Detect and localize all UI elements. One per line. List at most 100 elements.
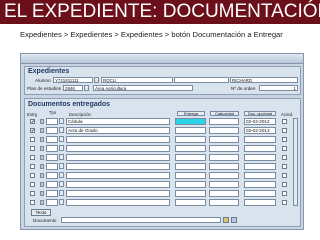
plan-code-field[interactable]: 2846 (63, 85, 83, 91)
fecha-cell[interactable]: 03-02-2013 (244, 127, 276, 134)
alumno-lov-button[interactable]: … (94, 77, 99, 83)
acred-checkbox[interactable] (282, 155, 287, 160)
entregado-checkbox[interactable] (30, 182, 35, 187)
entrega-cell[interactable] (175, 163, 206, 170)
tipo-lov-button[interactable] (59, 136, 64, 142)
tipo-cell[interactable] (46, 127, 58, 134)
caducidad-cell[interactable] (209, 127, 239, 134)
entrega-cell[interactable] (175, 127, 206, 134)
descripcion-cell[interactable]: Cédula (66, 118, 170, 125)
tipo-cell[interactable] (46, 118, 58, 125)
entregado-checkbox[interactable]: ✔ (30, 128, 35, 133)
entrega-cell[interactable] (175, 199, 206, 206)
apellido-field[interactable]: ROCU (101, 77, 173, 83)
entrega-cell[interactable] (175, 118, 206, 125)
tipo-cell[interactable] (46, 199, 58, 206)
caducidad-cell[interactable] (209, 154, 239, 161)
descripcion-cell[interactable]: Acta de Grado (66, 127, 170, 134)
entrega-cell[interactable] (175, 145, 206, 152)
row-select-handle[interactable] (40, 128, 44, 133)
descripcion-cell[interactable] (66, 190, 170, 197)
tipo-lov-button[interactable] (59, 199, 64, 205)
caducidad-cell[interactable] (209, 199, 239, 206)
entregado-checkbox[interactable] (30, 173, 35, 178)
edit-icon[interactable] (231, 217, 237, 223)
row-select-handle[interactable] (40, 200, 44, 205)
plan-lov-button[interactable]: … (84, 85, 89, 91)
entrega-cell[interactable] (175, 154, 206, 161)
descripcion-cell[interactable] (66, 136, 170, 143)
acred-checkbox[interactable] (282, 119, 287, 124)
descripcion-cell[interactable] (66, 154, 170, 161)
tipo-lov-button[interactable] (59, 190, 64, 196)
col-doc-opcional-button[interactable]: Doc. opcional (244, 111, 276, 116)
folder-icon[interactable] (223, 217, 229, 223)
alumno-id-field[interactable]: Y721811111 (53, 77, 93, 83)
fecha-cell[interactable] (244, 199, 276, 206)
descripcion-cell[interactable] (66, 145, 170, 152)
fecha-cell[interactable] (244, 136, 276, 143)
entregado-checkbox[interactable] (30, 155, 35, 160)
tipo-cell[interactable] (46, 181, 58, 188)
row-select-handle[interactable] (40, 146, 44, 151)
acred-checkbox[interactable] (282, 164, 287, 169)
entrega-cell[interactable] (175, 190, 206, 197)
descripcion-cell[interactable] (66, 199, 170, 206)
fecha-cell[interactable] (244, 172, 276, 179)
caducidad-cell[interactable] (209, 118, 239, 125)
caducidad-cell[interactable] (209, 190, 239, 197)
table-scrollbar[interactable] (293, 118, 298, 206)
entregado-checkbox[interactable] (30, 200, 35, 205)
tipo-cell[interactable] (46, 190, 58, 197)
entregado-checkbox[interactable] (30, 137, 35, 142)
tipo-lov-button[interactable] (59, 118, 64, 124)
acred-checkbox[interactable] (282, 200, 287, 205)
col-caducidad-button[interactable]: Caducidad (210, 111, 239, 116)
row-select-handle[interactable] (40, 191, 44, 196)
entrega-cell[interactable] (175, 181, 206, 188)
acred-checkbox[interactable] (282, 128, 287, 133)
col-entrega-button[interactable]: Entrega (177, 111, 205, 116)
entrega-cell[interactable] (175, 136, 206, 143)
row-select-handle[interactable] (40, 182, 44, 187)
row-select-handle[interactable] (40, 137, 44, 142)
caducidad-cell[interactable] (209, 145, 239, 152)
descripcion-cell[interactable] (66, 172, 170, 179)
tipo-lov-button[interactable] (59, 145, 64, 151)
tipo-lov-button[interactable] (59, 154, 64, 160)
fecha-cell[interactable] (244, 190, 276, 197)
entregado-checkbox[interactable] (30, 146, 35, 151)
row-select-handle[interactable] (40, 155, 44, 160)
entregado-checkbox[interactable] (30, 164, 35, 169)
fecha-cell[interactable] (244, 181, 276, 188)
tipo-lov-button[interactable] (59, 127, 64, 133)
acred-checkbox[interactable] (282, 182, 287, 187)
tipo-cell[interactable] (46, 154, 58, 161)
tipo-cell[interactable] (46, 136, 58, 143)
row-select-handle[interactable] (40, 173, 44, 178)
row-select-handle[interactable] (40, 164, 44, 169)
orden-field[interactable]: 1 (259, 85, 298, 91)
tipo-lov-button[interactable] (59, 163, 64, 169)
caducidad-cell[interactable] (209, 163, 239, 170)
apellido2-field[interactable] (174, 77, 229, 83)
caducidad-cell[interactable] (209, 172, 239, 179)
tipo-cell[interactable] (46, 163, 58, 170)
entregado-checkbox[interactable] (30, 191, 35, 196)
acred-checkbox[interactable] (282, 173, 287, 178)
documento-field[interactable] (61, 217, 221, 223)
caducidad-cell[interactable] (209, 181, 239, 188)
descripcion-cell[interactable] (66, 181, 170, 188)
entrega-cell[interactable] (175, 172, 206, 179)
nombre-field[interactable]: RICHARD (230, 77, 298, 83)
acred-checkbox[interactable] (282, 146, 287, 151)
caducidad-cell[interactable] (209, 136, 239, 143)
descripcion-cell[interactable] (66, 163, 170, 170)
fecha-cell[interactable] (244, 145, 276, 152)
fecha-cell[interactable]: 03-02-2012 (244, 118, 276, 125)
tipo-lov-button[interactable] (59, 181, 64, 187)
fecha-cell[interactable] (244, 154, 276, 161)
texto-button[interactable]: Texto (31, 209, 51, 216)
row-select-handle[interactable] (40, 119, 44, 124)
fecha-cell[interactable] (244, 163, 276, 170)
